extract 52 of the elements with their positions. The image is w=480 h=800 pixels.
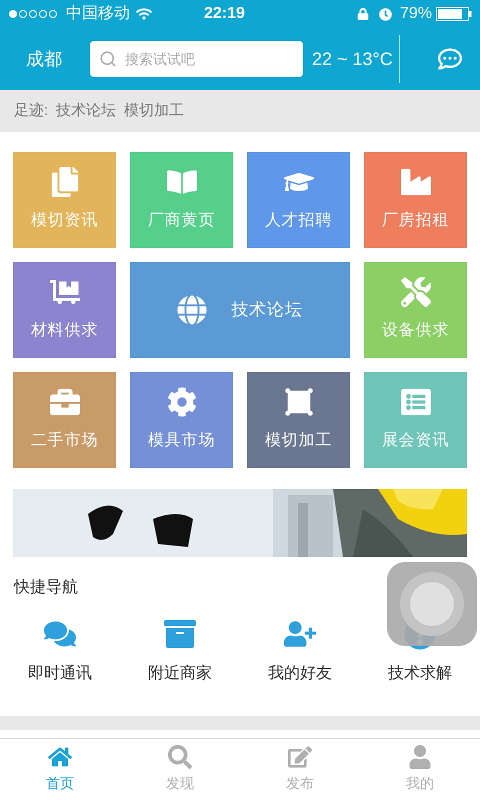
tab-item[interactable]: 发布	[240, 739, 360, 800]
menu-tile[interactable]: 模切加工	[247, 372, 350, 468]
edit-icon	[288, 745, 312, 769]
quick-nav-link[interactable]: 我的好友	[268, 662, 332, 686]
tools-icon	[400, 277, 430, 307]
menu-tile[interactable]: 材料供求	[13, 262, 116, 358]
menu-tile[interactable]: 二手市场	[13, 372, 116, 468]
rotation-lock-icon	[356, 8, 369, 20]
message-icon[interactable]	[438, 47, 462, 71]
search-icon	[99, 50, 117, 68]
factory-icon	[400, 167, 430, 197]
store-icon[interactable]	[164, 618, 196, 650]
menu-tile[interactable]: 技术论坛	[130, 262, 350, 358]
quick-nav-link[interactable]: 即时通讯	[28, 662, 92, 686]
city-name[interactable]: 成都	[26, 46, 90, 72]
battery-percent: 79%	[400, 4, 432, 24]
carrier-name: 中国移动	[66, 4, 130, 24]
gear-icon	[166, 387, 196, 417]
tab-item[interactable]: 我的	[360, 739, 480, 800]
menu-tile[interactable]: 展会资讯	[364, 372, 467, 468]
menu-tile[interactable]: 模具市场	[130, 372, 233, 468]
weather-text: 22 ~ 13°C	[312, 48, 393, 70]
files-icon	[50, 167, 80, 197]
menu-tile[interactable]: 模切资讯	[13, 152, 116, 248]
footprint-link[interactable]: 技术论坛	[56, 100, 116, 122]
globe-icon	[177, 295, 208, 325]
home-icon	[48, 745, 72, 769]
menu-tile[interactable]: 厂商黄页	[130, 152, 233, 248]
assistive-touch-overlay[interactable]	[387, 562, 477, 646]
add-friend-icon[interactable]	[284, 618, 316, 650]
search-field[interactable]: 搜索试试吧	[90, 41, 303, 77]
battery-icon	[436, 7, 472, 21]
signal-icon	[8, 9, 60, 19]
tab-item[interactable]: 发现	[120, 739, 240, 800]
section-title: 快捷导航	[12, 578, 79, 598]
menu-tile[interactable]: 厂房招租	[364, 152, 467, 248]
clock-time: 22:19	[204, 4, 245, 24]
briefcase-icon	[50, 387, 80, 417]
footprint-link[interactable]: 模切加工	[124, 100, 184, 122]
hand-truck-icon	[50, 277, 80, 307]
menu-tile[interactable]: 设备供求	[364, 262, 467, 358]
footprint-label: 足迹:	[14, 100, 48, 121]
menu-tile[interactable]: 人才招聘	[247, 152, 350, 248]
user-icon	[408, 745, 432, 769]
quick-nav-link[interactable]: 附近商家	[148, 662, 212, 686]
tab-item[interactable]: 首页	[0, 739, 120, 800]
wifi-icon	[136, 6, 152, 22]
search-icon	[168, 745, 192, 769]
alarm-icon	[378, 8, 392, 20]
frame-icon	[284, 387, 314, 417]
list-icon	[400, 387, 430, 417]
quick-nav-link[interactable]: 技术求解	[388, 662, 452, 686]
